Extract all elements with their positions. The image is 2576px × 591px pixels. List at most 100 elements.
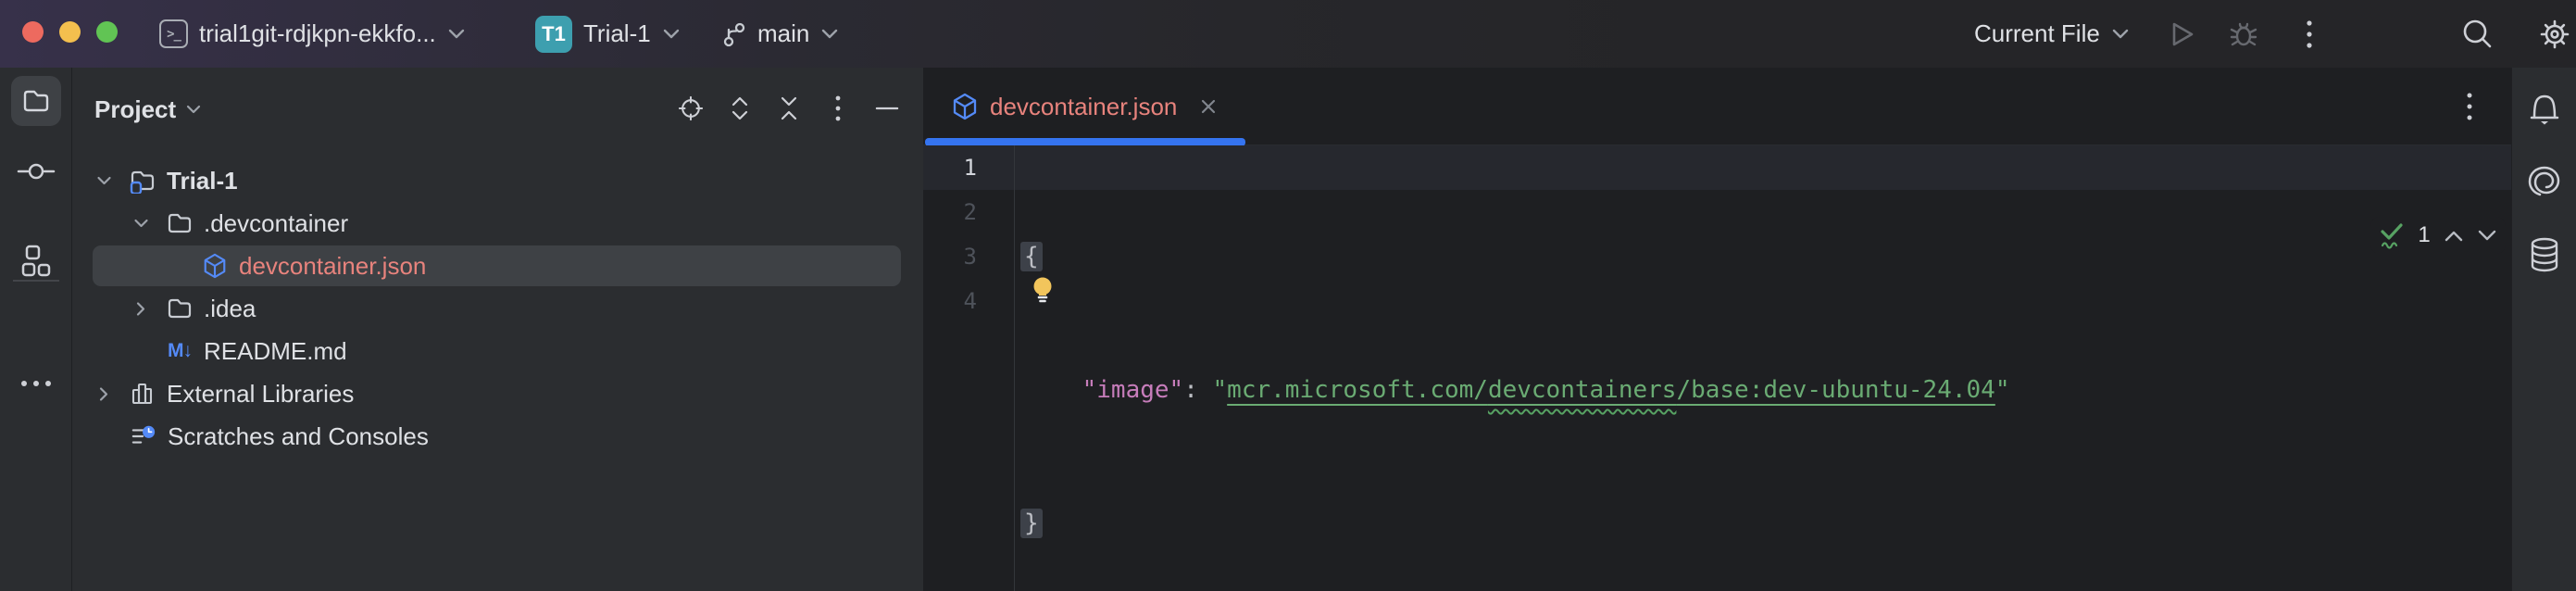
search-everywhere-button[interactable] [2459, 0, 2495, 68]
toolstrip-divider [13, 280, 59, 282]
tree-row-external-libraries[interactable]: External Libraries [72, 372, 923, 415]
line-number: 2 [923, 190, 1014, 234]
task-badge: T1 [535, 16, 572, 53]
code-line-3: } [1024, 501, 2009, 546]
folder-icon [167, 296, 193, 321]
window-minimize-button[interactable] [59, 21, 81, 43]
project-switcher-label: trial1git-rdjkpn-ekkfo... [199, 19, 436, 48]
tree-row-devcontainer-json[interactable]: devcontainer.json [72, 245, 923, 287]
project-tree: Trial-1 .devcontainer [72, 159, 923, 458]
inspection-ok-check-icon [2379, 221, 2405, 249]
tree-row-idea-folder[interactable]: .idea [72, 287, 923, 330]
ai-assistant-button[interactable] [2527, 164, 2562, 199]
debug-bug-icon [2229, 19, 2258, 49]
git-branch-icon [722, 20, 746, 48]
run-button[interactable] [2170, 0, 2195, 68]
right-toolstrip [2511, 68, 2576, 591]
chevron-right-icon[interactable] [130, 301, 152, 317]
run-configuration-label: Current File [1974, 19, 2100, 48]
inspection-count: 1 [2418, 222, 2430, 248]
more-tool-windows-button[interactable] [19, 379, 53, 388]
tree-item-label: .idea [204, 295, 256, 323]
project-tool-window: Project [72, 68, 923, 591]
tree-row-devcontainer-folder[interactable]: .devcontainer [72, 202, 923, 245]
vcs-branch-widget[interactable]: main [722, 0, 839, 68]
next-problem-chevron-down-icon[interactable] [2477, 230, 2497, 242]
left-toolstrip [0, 68, 72, 591]
task-selector[interactable]: T1 Trial-1 [535, 0, 681, 68]
task-selector-label: Trial-1 [583, 19, 651, 48]
tab-devcontainer-json[interactable]: devcontainer.json [923, 68, 1247, 145]
hide-panel-button[interactable] [875, 96, 899, 120]
titlebar: >_ trial1git-rdjkpn-ekkfo... T1 Trial-1 … [0, 0, 2576, 68]
code-lines: { "image": "mcr.microsoft.com/devcontain… [1024, 145, 2009, 591]
debug-button[interactable] [2229, 0, 2258, 68]
select-opened-file-button[interactable] [679, 96, 703, 120]
chevron-down-icon[interactable] [130, 219, 152, 229]
line-number: 3 [923, 234, 1014, 279]
database-icon [2527, 236, 2562, 273]
run-configuration-selector[interactable]: Current File [1974, 0, 2130, 68]
prev-problem-chevron-up-icon[interactable] [2444, 230, 2464, 242]
tree-row-scratches[interactable]: Scratches and Consoles [72, 415, 923, 458]
tree-item-label: devcontainer.json [239, 252, 426, 281]
more-actions-button[interactable] [2306, 0, 2313, 68]
code-editor[interactable]: 1 2 3 4 { "image": "mcr.microsoft.com/de… [923, 145, 2511, 591]
search-icon [2459, 17, 2495, 52]
dev-environment-icon: >_ [159, 19, 188, 48]
folder-icon [167, 210, 193, 236]
chevron-down-icon[interactable] [93, 176, 115, 186]
panel-options-button[interactable] [826, 96, 850, 120]
tool-window-commit-button[interactable] [17, 161, 56, 182]
project-panel-title: Project [94, 95, 176, 124]
run-play-icon [2170, 20, 2195, 48]
commit-icon [17, 161, 56, 182]
collapse-all-icon [777, 95, 801, 121]
kebab-menu-icon [2466, 92, 2473, 121]
chevron-down-icon [2111, 29, 2130, 40]
tree-item-label: Trial-1 [167, 167, 238, 195]
minus-icon [875, 106, 899, 111]
project-panel-header: Project [72, 68, 923, 149]
intention-bulb-icon[interactable] [1029, 275, 1057, 305]
project-view-selector[interactable]: Project [94, 95, 202, 124]
window-zoom-button[interactable] [96, 21, 118, 43]
chevron-right-icon[interactable] [93, 386, 115, 402]
tab-list-options-button[interactable] [2458, 84, 2481, 129]
expand-all-icon [728, 95, 752, 121]
gutter-separator [1014, 145, 1015, 591]
image-url-link[interactable]: mcr.microsoft.com/devcontainers/base:dev… [1227, 376, 1995, 404]
line-number: 1 [923, 145, 1014, 190]
markdown-file-icon: M↓ [167, 340, 193, 362]
database-button[interactable] [2527, 236, 2562, 273]
tab-close-button[interactable] [1199, 97, 1218, 116]
project-switcher[interactable]: >_ trial1git-rdjkpn-ekkfo... [159, 0, 466, 68]
window-close-button[interactable] [22, 21, 44, 43]
code-line-1: { [1024, 234, 2009, 279]
notifications-button[interactable] [2527, 90, 2562, 127]
tree-row-readme[interactable]: M↓ README.md [72, 330, 923, 372]
tree-row-trial-1[interactable]: Trial-1 [72, 159, 923, 202]
collapse-all-button[interactable] [777, 96, 801, 120]
ai-swirl-icon [2527, 164, 2562, 199]
tree-item-label: Scratches and Consoles [168, 422, 429, 451]
libraries-icon [130, 381, 156, 407]
folder-icon [22, 87, 50, 115]
chevron-down-icon [447, 29, 466, 40]
chevron-down-icon [662, 29, 681, 40]
tool-window-project-button[interactable] [11, 76, 61, 126]
project-root-folder-icon [130, 168, 156, 194]
expand-all-button[interactable] [728, 96, 752, 120]
tree-item-label: .devcontainer [204, 209, 348, 238]
settings-button[interactable] [2537, 0, 2572, 68]
tool-window-structure-button[interactable] [19, 245, 53, 278]
chevron-down-icon [185, 105, 202, 115]
structure-icon [19, 245, 53, 278]
editor-tab-bar: devcontainer.json [923, 68, 2511, 145]
inspections-widget[interactable]: 1 [2370, 217, 2506, 254]
kebab-menu-icon [2306, 19, 2313, 50]
tab-label: devcontainer.json [990, 93, 1177, 121]
ellipsis-icon [19, 379, 53, 388]
ide-window: >_ trial1git-rdjkpn-ekkfo... T1 Trial-1 … [0, 0, 2576, 591]
tree-item-label: External Libraries [167, 380, 354, 409]
